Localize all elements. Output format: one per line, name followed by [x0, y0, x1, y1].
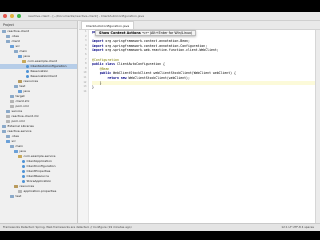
folder-icon	[10, 195, 14, 198]
status-position[interactable]: 12:1 LF UTF-8 4 spaces	[281, 224, 320, 231]
file-icon	[6, 115, 10, 118]
close-window-icon[interactable]	[3, 14, 7, 18]
folder-icon	[2, 125, 6, 128]
src-icon	[18, 55, 22, 58]
line-number: 14	[83, 89, 87, 93]
folder-icon	[2, 30, 6, 33]
hint-title: Show Context Actions	[99, 31, 141, 35]
editor-tab-bar: ClientAutoConfiguration.java	[79, 21, 320, 30]
res-icon	[14, 185, 18, 188]
code-area[interactable]: package com.example.client; import org.s…	[92, 30, 317, 94]
java-icon	[22, 175, 25, 178]
project-panel: Project reactive-client .idea client src mai…	[0, 21, 78, 223]
editor-scrollbar[interactable]	[315, 30, 320, 223]
file-icon	[10, 105, 14, 108]
java-icon	[26, 70, 29, 73]
folder-icon	[14, 85, 18, 88]
maximize-window-icon[interactable]	[17, 14, 21, 18]
status-bar: Frameworks Detected: Spring, Web framewo…	[0, 223, 320, 231]
src-icon	[18, 90, 22, 93]
project-tree: reactive-client .idea client src main java com…	[0, 29, 77, 199]
folder-icon	[14, 50, 18, 53]
java-icon	[22, 160, 25, 163]
java-icon	[26, 65, 29, 68]
java-icon	[22, 165, 25, 168]
src-icon	[10, 45, 14, 48]
status-message[interactable]: Frameworks Detected: Spring, Web framewo…	[3, 224, 132, 231]
pkg-icon	[22, 60, 26, 63]
folder-icon	[2, 130, 6, 133]
code-editor: ClientAutoConfiguration.java 1 2 3 4 5 6 7 8 9 10…	[79, 21, 320, 223]
folder-icon	[10, 145, 14, 148]
folder-icon	[6, 35, 10, 38]
main-toolbar: reactive-client - [~/Documents/reactive-…	[0, 12, 320, 21]
res-icon	[18, 80, 22, 83]
folder-icon	[6, 135, 10, 138]
project-panel-header[interactable]: Project	[0, 21, 77, 29]
line-number-gutter: 1 2 3 4 5 6 7 8 9 10 11 12 13 14	[79, 30, 89, 223]
context-actions-hint: Show Context Actions ⌥↩ (Alt+Enter for W…	[95, 30, 197, 36]
java-icon	[22, 180, 25, 183]
minimize-window-icon[interactable]	[10, 14, 14, 18]
hint-shortcut: ⌥↩ (Alt+Enter for Win/Linux)	[141, 31, 193, 35]
window-title: reactive-client - [~/Documents/reactive-…	[28, 14, 145, 18]
editor-tab[interactable]: ClientAutoConfiguration.java	[81, 21, 135, 29]
src-icon	[6, 140, 10, 143]
tree-item-label: application.properties	[23, 189, 57, 193]
folder-icon	[6, 40, 10, 43]
src-icon	[14, 150, 18, 153]
file-icon	[18, 190, 22, 193]
file-icon	[10, 100, 14, 103]
tree-item-label: resources	[23, 79, 39, 83]
tree-item-label: test	[15, 194, 22, 198]
tree-item[interactable]: test	[0, 194, 77, 199]
pkg-icon	[18, 155, 22, 158]
java-icon	[26, 75, 29, 78]
folder-icon	[6, 110, 10, 113]
java-icon	[22, 170, 25, 173]
file-icon	[6, 120, 10, 123]
ide-window: reactive-client - [~/Documents/reactive-…	[0, 12, 320, 231]
folder-icon	[10, 95, 14, 98]
